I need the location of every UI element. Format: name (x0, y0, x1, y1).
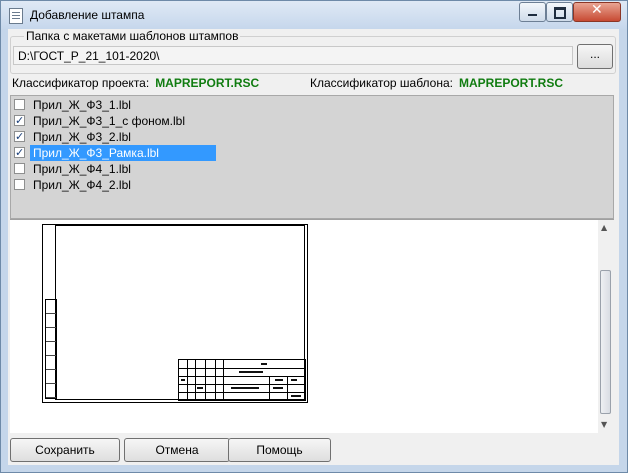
window-title: Добавление штампа (30, 8, 145, 22)
document-icon (9, 8, 23, 24)
preview-sheet (42, 224, 308, 403)
list-item-checkbox[interactable] (14, 113, 25, 129)
help-button[interactable]: Помощь (228, 438, 331, 462)
list-item-label: Прил_Ж_Ф3_1_с фоном.lbl (33, 114, 186, 128)
list-item-checkbox[interactable] (14, 99, 25, 110)
project-classifier-label: Классификатор проекта: (12, 76, 150, 90)
template-classifier-label: Классификатор шаблона: (310, 76, 453, 90)
list-item-checkbox[interactable] (14, 129, 25, 145)
template-classifier: Классификатор шаблона: MAPREPORT.RSC (310, 76, 563, 90)
project-classifier: Классификатор проекта: MAPREPORT.RSC (12, 76, 259, 90)
list-item-label: Прил_Ж_Ф3_1.lbl (33, 98, 131, 112)
title-block (178, 359, 306, 401)
save-button[interactable]: Сохранить (10, 438, 120, 462)
template-list[interactable]: Прил_Ж_Ф3_1.lbl Прил_Ж_Ф3_1_с фоном.lbl … (10, 95, 614, 219)
list-item-checkbox[interactable] (14, 179, 25, 190)
maximize-icon (554, 7, 566, 19)
scroll-up-icon[interactable]: ▲ (601, 223, 607, 232)
maximize-button[interactable] (546, 2, 573, 22)
folder-path-field[interactable] (13, 46, 573, 65)
browse-button[interactable]: ... (577, 44, 613, 69)
minimize-icon (528, 14, 537, 16)
preview-scrollbar[interactable]: ▲ ▼ (598, 220, 614, 433)
cancel-button[interactable]: Отмена (124, 438, 230, 462)
list-item-label: Прил_Ж_Ф4_2.lbl (33, 178, 131, 192)
scroll-down-icon[interactable]: ▼ (601, 420, 607, 429)
title-bar[interactable]: Добавление штампа ✕ (1, 1, 627, 29)
minimize-button[interactable] (519, 2, 546, 22)
project-classifier-value: MAPREPORT.RSC (155, 76, 260, 90)
dialog-body: Папка с макетами шаблонов штампов ... Кл… (8, 29, 619, 465)
list-item-checkbox[interactable] (14, 145, 25, 161)
list-item-label: Прил_Ж_Ф4_1.lbl (33, 162, 131, 176)
scrollbar-thumb[interactable] (600, 270, 611, 414)
stamp-preview: ▲ ▼ (10, 219, 614, 433)
folder-group-label: Папка с макетами шаблонов штампов (24, 29, 241, 43)
close-icon: ✕ (591, 2, 603, 18)
template-classifier-value: MAPREPORT.RSC (459, 76, 564, 90)
list-item-label: Прил_Ж_Ф3_2.lbl (33, 130, 131, 144)
list-item-label: Прил_Ж_Ф3_Рамка.lbl (30, 145, 216, 161)
dialog-window: Добавление штампа ✕ Папка с макетами шаб… (0, 0, 628, 473)
list-item-checkbox[interactable] (14, 163, 25, 174)
close-button[interactable]: ✕ (573, 2, 621, 22)
binding-strip (45, 299, 57, 399)
